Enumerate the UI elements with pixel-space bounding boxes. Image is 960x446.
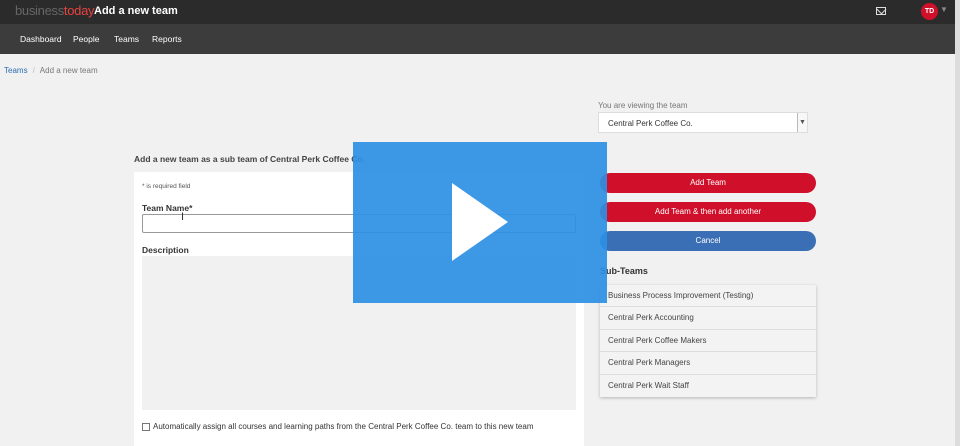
subteam-item[interactable]: Central Perk Managers [600,352,816,375]
play-icon[interactable] [452,183,508,261]
text-cursor-icon: I [181,211,185,223]
video-overlay[interactable] [353,142,607,303]
main-nav: Dashboard People Teams Reports [0,24,960,54]
team-select[interactable]: Central Perk Coffee Co. ▼ [598,112,808,133]
app-logo[interactable]: businesstoday [15,3,95,18]
logo-suffix: today [63,3,95,18]
subteam-item[interactable]: Central Perk Wait Staff [600,375,816,397]
subteams-list: Business Process Improvement (Testing) C… [600,285,816,397]
top-bar: businesstoday Add a new team TD ▼ [0,0,960,24]
subteams-heading: Sub-Teams [600,266,648,276]
subteam-item[interactable]: Business Process Improvement (Testing) [600,285,816,308]
add-team-button[interactable]: Add Team [600,173,816,193]
add-team-then-another-button[interactable]: Add Team & then add another [600,202,816,222]
page-title: Add a new team [94,5,178,17]
auto-assign-row[interactable]: Automatically assign all courses and lea… [142,422,533,431]
breadcrumb-separator: / [32,66,35,75]
breadcrumb-current: Add a new team [39,66,98,75]
auto-assign-checkbox[interactable] [142,422,150,431]
cancel-button[interactable]: Cancel [600,231,816,251]
breadcrumb: Teams / Add a new team [4,66,98,75]
nav-item-reports[interactable]: Reports [152,34,182,44]
team-select-value: Central Perk Coffee Co. [608,119,693,128]
nav-item-teams[interactable]: Teams [114,34,139,44]
description-label: Description [142,245,189,255]
subteam-item[interactable]: Central Perk Accounting [600,307,816,330]
auto-assign-label[interactable]: Automatically assign all courses and lea… [153,422,533,431]
page-scrollbar[interactable] [955,0,960,446]
mail-icon[interactable] [876,7,886,15]
subteam-item[interactable]: Central Perk Coffee Makers [600,330,816,353]
logo-prefix: business [15,3,64,18]
chevron-down-icon[interactable]: ▼ [940,5,948,14]
chevron-down-icon[interactable]: ▼ [797,113,807,132]
breadcrumb-teams-link[interactable]: Teams [4,66,28,75]
nav-item-dashboard[interactable]: Dashboard [20,34,62,44]
user-avatar[interactable]: TD [921,3,938,20]
form-heading: Add a new team as a sub team of Central … [134,154,365,164]
team-name-label: Team Name* [142,203,193,213]
nav-item-people[interactable]: People [73,34,99,44]
required-note: * is required field [142,183,191,190]
viewing-team-label: You are viewing the team [598,101,688,110]
